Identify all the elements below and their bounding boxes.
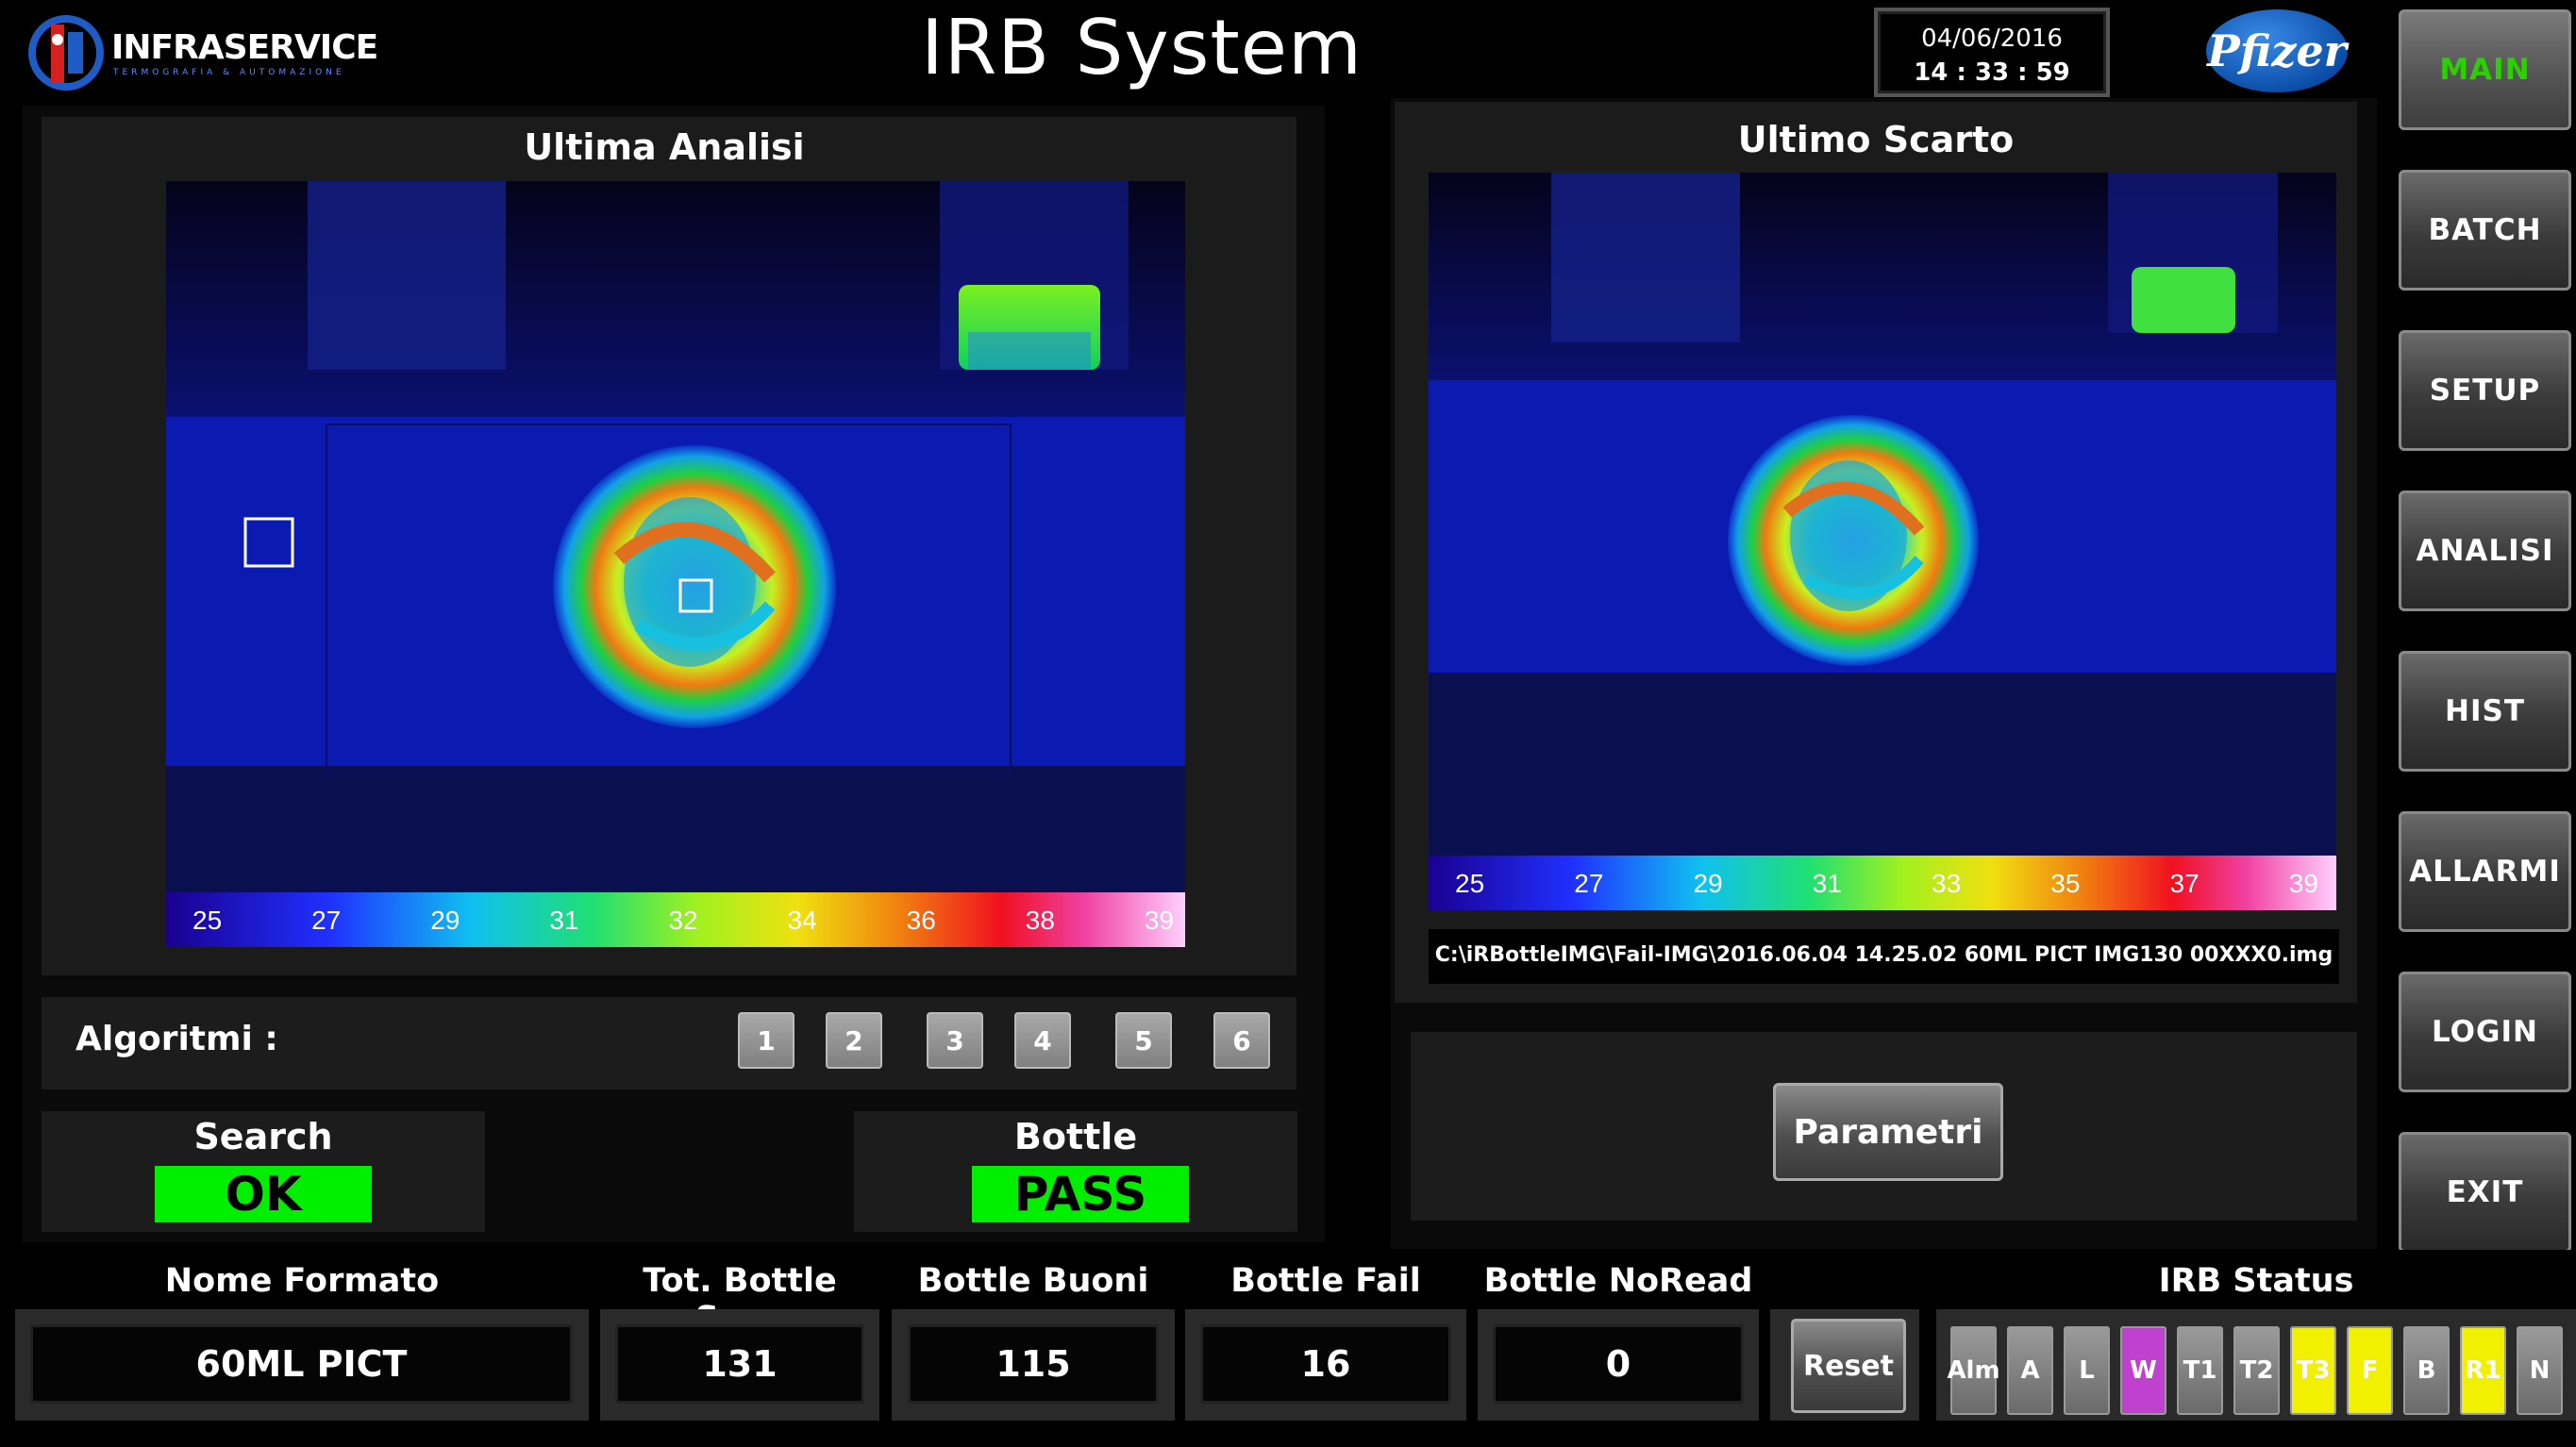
algoritmo-5-button[interactable]: 5 (1115, 1012, 1172, 1069)
temperature-scale-right (1429, 856, 2336, 910)
algoritmi-panel: Algoritmi : (42, 997, 1296, 1089)
algoritmo-4-button[interactable]: 4 (1014, 1012, 1071, 1069)
brand-name: INFRASERVICE (111, 28, 378, 67)
irb-status-chip-t2: T2 (2233, 1326, 2280, 1415)
date-text: 04/06/2016 (1921, 25, 2063, 53)
thermal-image-last-reject (1429, 173, 2336, 856)
irb-status-chip-b: B (2403, 1326, 2450, 1415)
scale-tick-label: 25 (1455, 869, 1485, 898)
scale-tick-label: 34 (787, 906, 817, 935)
scale-tick-label: 35 (2050, 869, 2081, 898)
bottle-pass-indicator: PASS (972, 1166, 1189, 1222)
search-ok-indicator: OK (155, 1166, 372, 1222)
irb-status-chip-f: F (2347, 1326, 2393, 1415)
nome-formato-value: 60ML PICT (30, 1324, 573, 1404)
nav-setup-button[interactable]: SETUP (2399, 330, 2571, 451)
reset-button-label: Reset (1803, 1349, 1894, 1383)
algoritmo-1-button[interactable]: 1 (738, 1012, 795, 1069)
scale-tick-label: 29 (430, 906, 460, 935)
tot-bottle-scan-label: Tot. Bottle Scan (643, 1262, 837, 1338)
thermal-image-last-analysis (166, 181, 1185, 893)
infraservice-logo-icon (28, 15, 104, 91)
irb-status-chip-a: A (2007, 1326, 2053, 1415)
scale-tick-label: 33 (1932, 869, 1962, 898)
parametri-button[interactable]: Parametri (1773, 1083, 2003, 1181)
nav-batch-button[interactable]: BATCH (2399, 170, 2571, 291)
bottle-noread-label: Bottle NoRead (1483, 1262, 1753, 1300)
scale-tick-label: 32 (668, 906, 698, 935)
scale-tick-label: 25 (192, 906, 223, 935)
scale-tick-label: 31 (549, 906, 579, 935)
scale-tick-label: 27 (311, 906, 342, 935)
bottle-buoni-label: Bottle Buoni (917, 1262, 1149, 1300)
irb-status-chip-l: L (2064, 1326, 2110, 1415)
bottle-fail-label: Bottle Fail (1230, 1262, 1421, 1300)
tot-bottle-scan-value: 131 (615, 1324, 864, 1404)
irb-status-chip-w: W (2120, 1326, 2166, 1415)
nome-formato-label: Nome Formato (164, 1262, 440, 1300)
scale-tick-label: 38 (1025, 906, 1055, 935)
irb-status-title: IRB Status (2158, 1262, 2354, 1300)
ultima-analisi-title: Ultima Analisi (524, 126, 805, 168)
search-label: Search (193, 1116, 333, 1157)
irb-status-chip-alm: Alm (1947, 1326, 2000, 1415)
time-text: 14 : 33 : 59 (1914, 58, 2070, 87)
algoritmo-3-button[interactable]: 3 (927, 1012, 983, 1069)
nav-main-button[interactable]: MAIN (2399, 9, 2571, 130)
algoritmo-6-button[interactable]: 6 (1213, 1012, 1270, 1069)
bottle-label: Bottle (1013, 1116, 1138, 1157)
nav-hist-button[interactable]: HIST (2399, 651, 2571, 772)
nav-exit-button[interactable]: EXIT (2399, 1132, 2571, 1253)
datetime-box: 04/06/2016 14 : 33 : 59 (1874, 8, 2110, 97)
app-title: IRB System (921, 4, 1363, 91)
scale-tick-label: 36 (906, 906, 936, 935)
nav-allarmi-button[interactable]: ALLARMI (2399, 811, 2571, 932)
reject-file-path-box: C:\iRBottleIMG\Fail-IMG\2016.06.04 14.25… (1429, 929, 2339, 984)
pfizer-logo-text: Pfizer (2207, 25, 2347, 76)
reset-button[interactable]: Reset (1791, 1319, 1906, 1413)
bottle-buoni-value: 115 (908, 1324, 1159, 1404)
scale-tick-label: 29 (1693, 869, 1723, 898)
irb-status-chip-r1: R1 (2460, 1326, 2506, 1415)
reject-file-path: C:\iRBottleIMG\Fail-IMG\2016.06.04 14.25… (1434, 943, 2333, 967)
scale-tick-label: 39 (1144, 906, 1175, 935)
parametri-button-label: Parametri (1793, 1112, 1983, 1152)
bottle-fail-value: 16 (1200, 1324, 1451, 1404)
irb-status-chip-n: N (2517, 1326, 2563, 1415)
infraservice-logo: INFRASERVICE TERMOGRAFIA & AUTOMAZIONE (28, 11, 387, 91)
pfizer-logo: Pfizer (2206, 9, 2348, 92)
scale-tick-label: 27 (1574, 869, 1604, 898)
nav-analisi-button[interactable]: ANALISI (2399, 491, 2571, 611)
scale-tick-label: 31 (1812, 869, 1842, 898)
ultimo-scarto-title: Ultimo Scarto (1737, 119, 2015, 160)
bottle-noread-value: 0 (1493, 1324, 1744, 1404)
brand-tagline: TERMOGRAFIA & AUTOMAZIONE (113, 68, 345, 77)
irb-status-chip-t3: T3 (2290, 1326, 2336, 1415)
algoritmo-2-button[interactable]: 2 (826, 1012, 882, 1069)
irb-status-chip-t1: T1 (2177, 1326, 2223, 1415)
nav-login-button[interactable]: LOGIN (2399, 972, 2571, 1092)
scale-tick-label: 39 (2288, 869, 2318, 898)
algoritmi-label: Algoritmi : (75, 1020, 278, 1058)
scale-tick-label: 37 (2169, 869, 2200, 898)
